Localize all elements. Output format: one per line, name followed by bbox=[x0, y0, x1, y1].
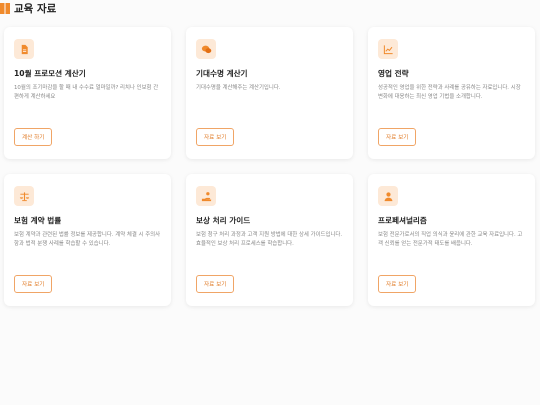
card-description: 성공적인 영업을 위한 전략과 사례를 공유하는 자료입니다. 시장 변화에 대… bbox=[378, 85, 521, 100]
card-title: 보상 처리 가이드 bbox=[196, 216, 251, 225]
card-title: 보험 계약 법률 bbox=[14, 216, 62, 225]
view-resource-button[interactable]: 자료 보기 bbox=[378, 275, 417, 293]
resource-card-grid: 10월 프로모션 계산기 10월의 조기마감을 할 때 내 수수료 얼마일까? … bbox=[4, 27, 536, 306]
resource-card: 10월 프로모션 계산기 10월의 조기마감을 할 때 내 수수료 얼마일까? … bbox=[4, 27, 171, 159]
view-resource-button[interactable]: 자료 보기 bbox=[196, 128, 235, 146]
card-title: 프로페셔널리즘 bbox=[378, 216, 427, 225]
card-description: 기대수명을 계산해주는 계산기입니다. bbox=[196, 85, 281, 91]
person-badge-icon bbox=[378, 186, 398, 206]
view-resource-button[interactable]: 자료 보기 bbox=[378, 128, 417, 146]
resource-card: 프로페셔널리즘 보험 전문가로서의 직업 의식과 윤리에 관한 교육 자료입니다… bbox=[368, 174, 535, 306]
chat-bubbles-icon bbox=[196, 39, 216, 59]
chart-line-icon bbox=[378, 39, 398, 59]
resource-card: 기대수명 계산기 기대수명을 계산해주는 계산기입니다. 자료 보기 bbox=[186, 27, 353, 159]
card-title: 기대수명 계산기 bbox=[196, 69, 248, 78]
page-header: 교육 자료 bbox=[0, 0, 56, 16]
document-icon bbox=[14, 39, 34, 59]
resource-card: 영업 전략 성공적인 영업을 위한 전략과 사례를 공유하는 자료입니다. 시장… bbox=[368, 27, 535, 159]
view-resource-button[interactable]: 자료 보기 bbox=[14, 275, 53, 293]
view-resource-button[interactable]: 자료 보기 bbox=[196, 275, 235, 293]
header-accent-icon bbox=[0, 2, 10, 14]
card-description: 보험 전문가로서의 직업 의식과 윤리에 관한 교육 자료입니다. 고객 신뢰를… bbox=[378, 232, 523, 247]
resource-card: 보상 처리 가이드 보험 청구 처리 과정과 고객 지원 방법에 대한 상세 가… bbox=[186, 174, 353, 306]
hand-coin-icon bbox=[196, 186, 216, 206]
scale-icon bbox=[14, 186, 34, 206]
card-description: 보험 청구 처리 과정과 고객 지원 방법에 대한 상세 가이드입니다. 효율적… bbox=[196, 232, 343, 247]
card-title: 10월 프로모션 계산기 bbox=[14, 69, 86, 78]
resource-card: 보험 계약 법률 보험 계약과 관련된 법률 정보를 제공합니다. 계약 체결 … bbox=[4, 174, 171, 306]
card-description: 보험 계약과 관련된 법률 정보를 제공합니다. 계약 체결 시 주의사항과 법… bbox=[14, 232, 161, 247]
card-title: 영업 전략 bbox=[378, 69, 409, 78]
calculate-button[interactable]: 계산 하기 bbox=[14, 128, 53, 146]
card-description: 10월의 조기마감을 할 때 내 수수료 얼마일까? 리치나 인보험 간편하게 … bbox=[14, 85, 159, 100]
page-title: 교육 자료 bbox=[14, 2, 57, 15]
